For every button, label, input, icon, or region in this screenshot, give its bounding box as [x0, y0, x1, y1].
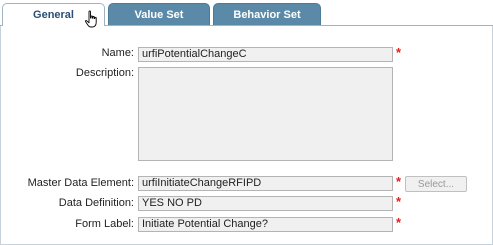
name-required-marker: * [396, 45, 402, 60]
data-definition-label: Data Definition: [58, 197, 134, 209]
description-textarea[interactable] [138, 67, 393, 161]
hand-pointer-icon [85, 10, 97, 28]
select-button[interactable]: Select... [405, 176, 467, 192]
tab-bar: General Value Set Behavior Set [0, 0, 493, 26]
tab-behavior-set-label: Behavior Set [233, 9, 301, 21]
general-panel: Name: urfiPotentialChangeC * Description… [0, 26, 493, 245]
properties-dialog: General Value Set Behavior Set Name: urf… [0, 0, 493, 245]
form-label-label: Form Label: [75, 218, 134, 230]
tab-general-label: General [33, 9, 74, 21]
master-data-element-label: Master Data Element: [27, 177, 134, 189]
name-field[interactable]: urfiPotentialChangeC [138, 47, 393, 62]
description-label: Description: [75, 67, 134, 79]
name-label: Name: [101, 47, 134, 59]
master-data-element-required-marker: * [396, 174, 402, 189]
data-definition-required-marker: * [396, 194, 402, 209]
tab-behavior-set[interactable]: Behavior Set [213, 3, 321, 26]
form-label-field[interactable]: Initiate Potential Change? [138, 217, 393, 232]
tab-value-set-label: Value Set [134, 9, 184, 21]
form-label-required-marker: * [396, 215, 402, 230]
master-data-element-field[interactable]: urfiInitiateChangeRFIPD [138, 176, 393, 191]
tab-value-set[interactable]: Value Set [108, 3, 210, 26]
data-definition-field[interactable]: YES NO PD [138, 196, 393, 211]
